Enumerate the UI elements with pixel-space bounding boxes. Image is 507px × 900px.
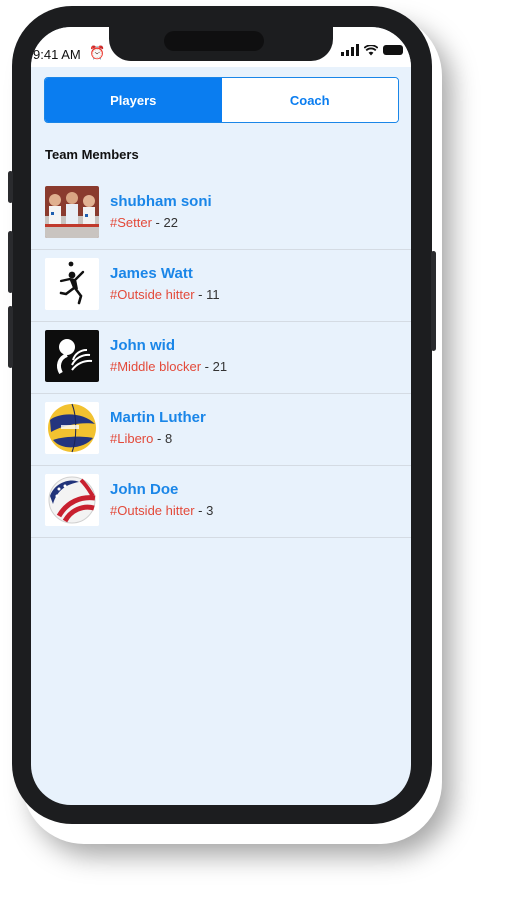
player-number: 11 — [206, 287, 220, 302]
player-meta: #Outside hitter - 3 — [110, 503, 214, 518]
list-item[interactable]: shubham soni #Setter - 22 — [31, 178, 411, 250]
list-item[interactable]: Martin Luther #Libero - 8 — [31, 394, 411, 466]
volleyball-usa-avatar — [45, 474, 99, 526]
team-photo-avatar — [45, 186, 99, 238]
main-content: Players Coach Team Members shubham soni … — [31, 67, 411, 805]
volleyball-blue-yellow-avatar — [45, 402, 99, 454]
player-name: shubham soni — [110, 193, 212, 210]
battery-icon — [383, 45, 403, 55]
volume-down-button — [8, 306, 13, 368]
players-list: shubham soni #Setter - 22 James Watt #Ou… — [31, 178, 411, 538]
player-meta: #Outside hitter - 11 — [110, 287, 220, 302]
player-name: John wid — [110, 337, 175, 354]
player-meta: #Middle blocker - 21 — [110, 359, 228, 374]
player-meta: #Libero - 8 — [110, 431, 173, 446]
player-number: 3 — [206, 503, 214, 518]
status-icons — [341, 44, 403, 56]
player-number: 21 — [212, 359, 228, 374]
player-name: Martin Luther — [110, 409, 206, 426]
player-number: 22 — [163, 215, 178, 230]
section-title: Team Members — [45, 147, 139, 162]
volleyball-logo-avatar — [45, 330, 99, 382]
list-item[interactable]: James Watt #Outside hitter - 11 — [31, 250, 411, 322]
tab-coach[interactable]: Coach — [221, 78, 398, 122]
player-name: John Doe — [110, 481, 179, 498]
list-item[interactable]: John Doe #Outside hitter - 3 — [31, 466, 411, 538]
player-position: #Middle blocker — [110, 359, 202, 374]
silhouette-spiker-avatar — [45, 258, 99, 310]
mute-switch — [8, 171, 13, 203]
player-number: 8 — [164, 431, 173, 446]
signal-icon — [341, 44, 359, 56]
tab-players[interactable]: Players — [45, 78, 222, 122]
status-bar: 9:41 AM ⏰ — [31, 27, 411, 67]
segmented-tabs: Players Coach — [44, 77, 399, 123]
alarm-clock-icon: ⏰ — [89, 45, 106, 60]
notch — [109, 27, 333, 61]
power-button — [431, 251, 436, 351]
player-meta: #Setter - 22 — [110, 215, 178, 230]
player-position: #Outside hitter — [110, 503, 195, 518]
volume-up-button — [8, 231, 13, 293]
wifi-icon — [364, 44, 378, 55]
player-position: #Setter — [110, 215, 152, 230]
player-position: #Outside hitter — [110, 287, 195, 302]
app-screen: 9:41 AM ⏰ Players Coach Team Members shu… — [31, 27, 411, 805]
player-position: #Libero — [110, 431, 154, 446]
status-time: 9:41 AM — [33, 47, 81, 62]
list-item[interactable]: John wid #Middle blocker - 21 — [31, 322, 411, 394]
player-name: James Watt — [110, 265, 193, 282]
